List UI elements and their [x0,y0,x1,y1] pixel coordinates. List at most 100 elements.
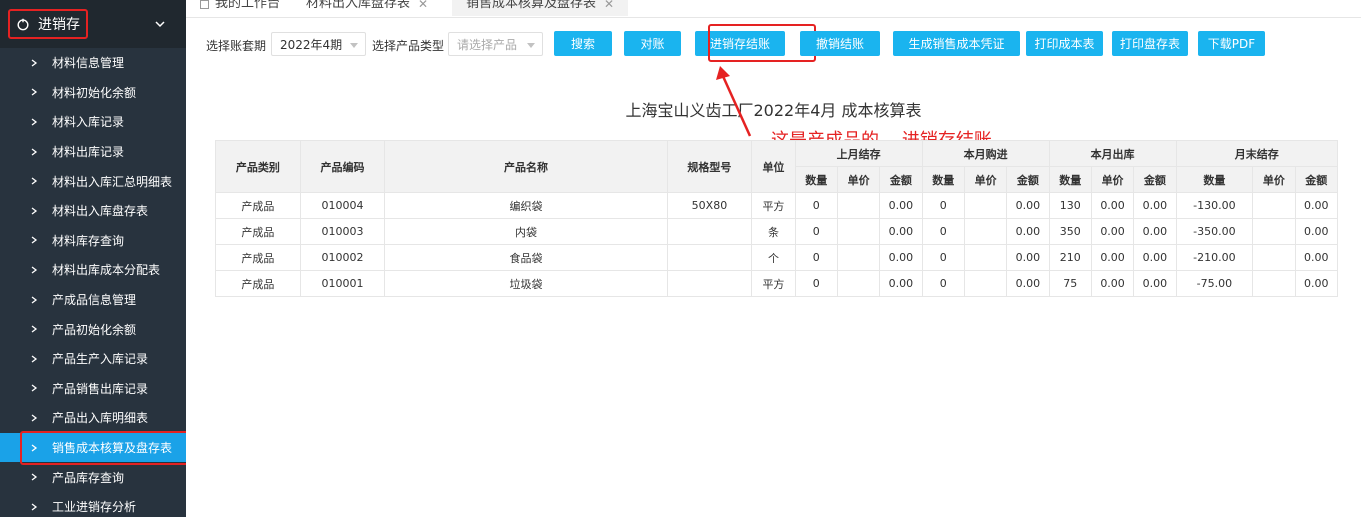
table-cell: 0.00 [1294,244,1338,271]
table-cell: 0.00 [1133,270,1177,297]
sidebar-item-label: 产品销售出库记录 [52,381,149,396]
period-label: 选择账套期 [206,39,267,53]
sidebar-item[interactable]: 产品库存查询 [0,462,186,492]
table-cell [666,270,753,297]
table-cell: 0.00 [879,192,923,219]
sidebar-item[interactable]: 材料出库记录 [0,137,186,167]
chevron-right-icon [31,384,38,392]
table-cell [963,270,1008,297]
sidebar-item[interactable]: 销售成本核算及盘存表 [0,430,190,465]
sidebar-item[interactable]: 产品生产入库记录 [0,344,186,374]
sidebar-item-label: 产品出入库明细表 [52,411,149,426]
table-cell [666,244,753,271]
table-cell: 010003 [299,218,386,245]
sidebar-header[interactable]: 进销存 [0,0,186,48]
close-icon[interactable]: ✕ [604,0,614,16]
table-cell: 编织袋 [384,192,668,219]
table-cell [1252,270,1296,297]
sidebar-item-label: 产品生产入库记录 [52,352,149,367]
table-cell: 0.00 [1090,244,1135,271]
subheader-cell: 金额 [1294,166,1338,193]
main-content: 选择账套期 2022年4期 选择产品类型 请选择产品 搜索 对账 进销存结账 撤… [186,18,1361,517]
sidebar-item[interactable]: 产成品信息管理 [0,285,186,315]
sidebar-item-label: 材料初始化余额 [52,85,137,100]
period-value: 2022年4期 [280,37,343,52]
sidebar-item-label: 产品库存查询 [52,470,125,485]
table-row: 产成品 010004 编织袋 50X80 平方 0 0.00 0 0.00 130 0.00 0.00… [215,192,1338,219]
period-select[interactable]: 2022年4期 [271,32,366,56]
table-cell: 0 [794,270,838,297]
table-cell: 产成品 [215,192,301,219]
chevron-right-icon [31,177,38,185]
table-cell: 0.00 [1006,192,1050,219]
sidebar-item-label: 产成品信息管理 [52,293,137,308]
table-cell: 平方 [751,270,796,297]
table-cell: -75.00 [1175,270,1254,297]
table-row: 产成品 010002 食品袋个 0 0.00 0 0.00 210 0.00 0.00 -210.0… [215,244,1338,271]
table-cell: 350 [1048,218,1092,245]
type-label: 选择产品类型 [372,39,445,53]
table-cell [1252,192,1296,219]
sidebar-item-label: 材料入库记录 [52,115,125,130]
caret-down-icon [350,43,358,48]
print-inventory-button[interactable]: 打印盘存表 [1112,31,1188,56]
sidebar-item-label: 材料库存查询 [52,233,125,248]
sidebar-item[interactable]: 材料库存查询 [0,226,186,256]
search-button[interactable]: 搜索 [554,31,612,56]
subheader-cell: 金额 [1133,166,1177,193]
table-cell: 010001 [299,270,386,297]
chevron-right-icon [31,296,38,304]
sidebar-item[interactable]: 工业进销存分析 [0,492,186,517]
table-cell: 0 [921,192,965,219]
download-pdf-button[interactable]: 下载PDF [1198,31,1265,56]
sidebar-item[interactable]: 材料信息管理 [0,48,186,78]
cost-table: 产品类别 产品编码 产品名称 规格型号 单位 上月结存 本月购进 本月出库 月末… [215,140,1339,297]
generate-voucher-button[interactable]: 生成销售成本凭证 [893,31,1020,56]
table-cell [1252,244,1296,271]
table-cell [836,218,881,245]
sidebar-item-label: 材料信息管理 [52,56,125,71]
sidebar-item[interactable]: 材料出入库盘存表 [0,196,186,226]
table-cell: 内袋 [384,218,668,245]
chevron-right-icon [31,236,38,244]
tab-sales-cost[interactable]: 销售成本核算及盘存表 ✕ [452,0,629,16]
sidebar-item[interactable]: 产品初始化余额 [0,314,186,344]
table-cell: 0.00 [879,244,923,271]
sidebar-item[interactable]: 产品销售出库记录 [0,374,186,404]
sidebar-item[interactable]: 材料出库成本分配表 [0,255,186,285]
chevron-right-icon [31,118,38,126]
close-icon[interactable]: ✕ [418,0,428,16]
table-cell: 0 [794,244,838,271]
table-cell: 平方 [751,192,796,219]
reconcile-button[interactable]: 对账 [624,31,681,56]
print-cost-button[interactable]: 打印成本表 [1026,31,1103,56]
sidebar-item[interactable]: 材料入库记录 [0,107,186,137]
sidebar-item-label: 材料出入库汇总明细表 [52,174,173,189]
header-code: 产品编码 [299,140,386,193]
product-type-select[interactable]: 请选择产品 [448,32,543,56]
chevron-right-icon [31,207,38,215]
chevron-down-icon[interactable] [154,18,166,30]
header-unit: 单位 [751,140,796,193]
sidebar-item-label: 材料出库记录 [52,145,125,160]
sidebar: 进销存 材料信息管理 材料初始化余额 材料入库记录 材料出库记录 材料出入库汇总明细表材… [0,0,190,517]
sidebar-menu: 材料信息管理 材料初始化余额 材料入库记录 材料出库记录材料出入库汇总明细表材料出入库… [0,48,190,517]
table-cell: 产成品 [215,218,301,245]
chevron-right-icon [31,59,38,67]
chevron-right-icon [31,355,38,363]
undo-close-button[interactable]: 撤销结账 [800,31,880,56]
table-cell [963,192,1008,219]
subheader-cell: 单价 [963,166,1008,193]
tab-workbench[interactable]: 我的工作台 [200,0,280,16]
header-group: 本月购进 [921,140,1050,167]
sidebar-item[interactable]: 产品出入库明细表 [0,403,186,433]
tab-material-inventory[interactable]: 材料出入库盘存表 ✕ [306,0,428,16]
subheader-cell: 单价 [836,166,881,193]
table-cell: 产成品 [215,244,301,271]
sidebar-item-label: 产品初始化余额 [52,322,137,337]
table-cell: 0.00 [1133,192,1177,219]
sidebar-item[interactable]: 材料出入库汇总明细表 [0,166,186,196]
table-body: 产成品 010004 编织袋 50X80 平方 0 0.00 0 0.00 130 0.00 0.00… [215,192,1338,297]
header-group: 上月结存 [794,140,923,167]
sidebar-item[interactable]: 材料初始化余额 [0,78,186,108]
